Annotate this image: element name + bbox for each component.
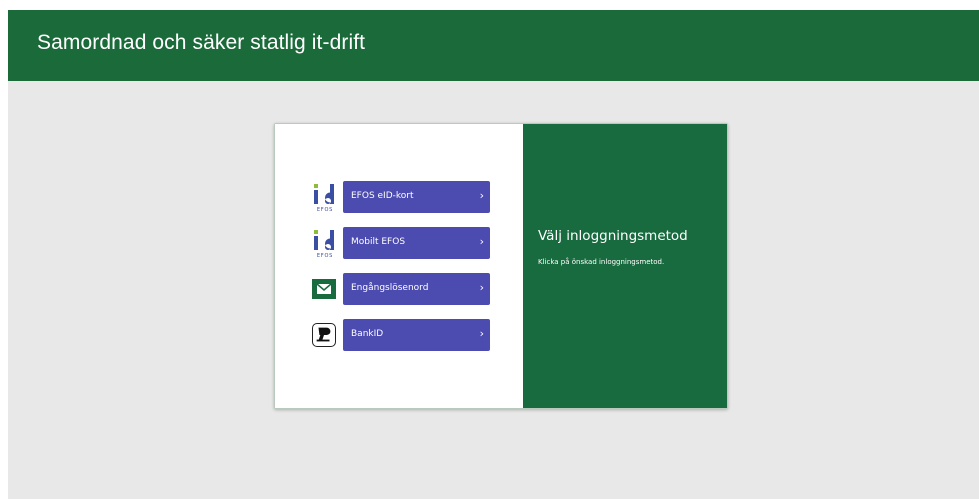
login-method-mobilt-efos: EFOS Mobilt EFOS › — [311, 227, 491, 259]
chevron-right-icon: › — [479, 189, 484, 202]
login-card: EFOS EFOS eID-kort › EFOS Mobilt EFOS › … — [274, 123, 728, 409]
method-label: EFOS eID-kort — [351, 191, 414, 201]
login-method-bankid: BankID › — [311, 319, 491, 351]
chevron-right-icon: › — [479, 327, 484, 340]
login-method-efos-eid-kort: EFOS EFOS eID-kort › — [311, 181, 491, 213]
header-bar: Samordnad och säker statlig it-drift — [8, 10, 979, 81]
login-methods-panel: EFOS EFOS eID-kort › EFOS Mobilt EFOS › … — [275, 124, 523, 408]
efos-id-icon: EFOS — [311, 227, 337, 259]
page-title: Samordnad och säker statlig it-drift — [37, 31, 366, 54]
bankid-icon — [311, 319, 337, 351]
panel-title: Välj inloggningsmetod — [538, 228, 688, 244]
method-label: Engångslösenord — [351, 283, 429, 293]
method-label: BankID — [351, 329, 384, 339]
login-info-panel: Välj inloggningsmetod Klicka på önskad i… — [523, 124, 727, 408]
login-method-engangslosenord: Engångslösenord › — [311, 273, 491, 305]
efos-caption: EFOS — [317, 253, 333, 259]
efos-id-icon: EFOS — [311, 181, 337, 213]
panel-subtitle: Klicka på önskad inloggningsmetod. — [538, 258, 665, 266]
method-label: Mobilt EFOS — [351, 237, 406, 247]
mobilt-efos-button[interactable]: Mobilt EFOS › — [343, 227, 490, 259]
mail-icon — [311, 273, 337, 305]
chevron-right-icon: › — [479, 281, 484, 294]
chevron-right-icon: › — [479, 235, 484, 248]
bankid-button[interactable]: BankID › — [343, 319, 490, 351]
page-background: Samordnad och säker statlig it-drift EFO… — [8, 10, 979, 499]
efos-eid-kort-button[interactable]: EFOS eID-kort › — [343, 181, 490, 213]
efos-caption: EFOS — [317, 207, 333, 213]
engangslosenord-button[interactable]: Engångslösenord › — [343, 273, 490, 305]
